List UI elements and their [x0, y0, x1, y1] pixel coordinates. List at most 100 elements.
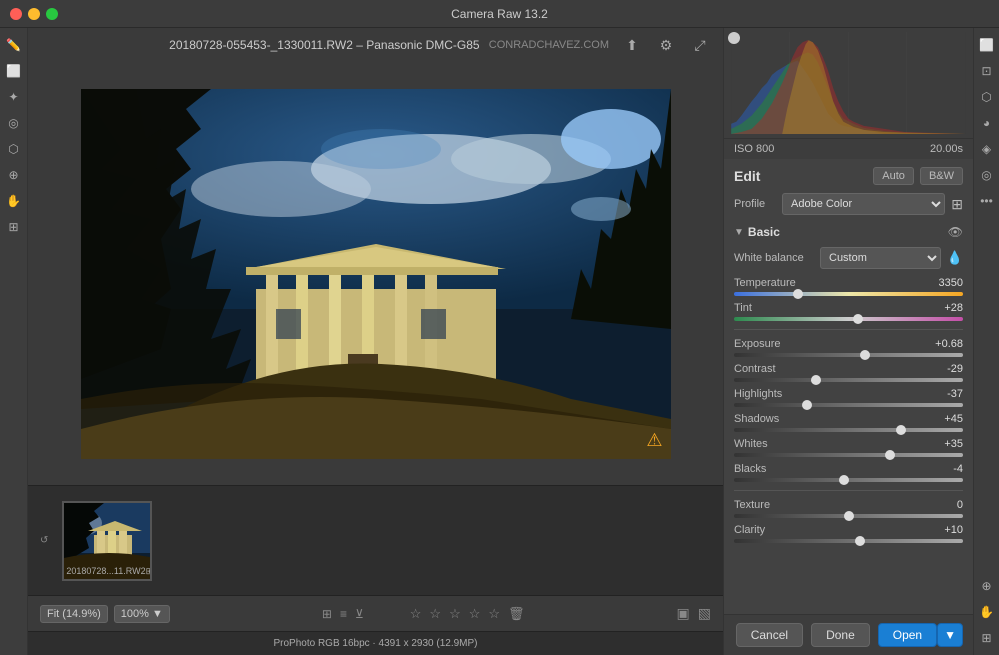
contrast-thumb[interactable] [811, 375, 821, 385]
rail-crop-rail-icon[interactable]: ⬡ [976, 86, 998, 108]
close-button[interactable] [10, 8, 22, 20]
done-button[interactable]: Done [811, 623, 870, 647]
metadata-strip: ISO 800 20.00s [724, 138, 973, 159]
whites-track[interactable] [734, 453, 963, 457]
rail-fullscreen-icon[interactable]: ⬜ [976, 34, 998, 56]
tool-edit-icon[interactable]: ✏️ [3, 34, 25, 56]
profile-select[interactable]: Adobe Color [782, 193, 945, 215]
shadows-slider-row: Shadows +45 [734, 413, 963, 432]
shadows-value: +45 [927, 413, 963, 425]
shadows-thumb[interactable] [896, 425, 906, 435]
rail-detail-icon[interactable]: ◈ [976, 138, 998, 160]
whites-thumb[interactable] [885, 450, 895, 460]
temperature-track[interactable] [734, 292, 963, 296]
exposure-label: Exposure [734, 338, 780, 350]
bw-button[interactable]: B&W [920, 167, 963, 185]
canvas-area: ⚠ [28, 62, 723, 485]
star-5-icon[interactable]: ☆ [488, 606, 500, 622]
temperature-value: 3350 [927, 277, 963, 289]
save-icon[interactable]: ⬆ [621, 34, 643, 56]
divider-1 [734, 329, 963, 330]
grid-view-icon[interactable]: ⊞ [322, 607, 332, 621]
warning-icon: ⚠ [646, 430, 662, 451]
tint-thumb[interactable] [853, 314, 863, 324]
window-controls[interactable] [10, 8, 58, 20]
edit-header: Edit Auto B&W [734, 167, 963, 185]
highlights-track[interactable] [734, 403, 963, 407]
rail-more-icon[interactable]: ••• [976, 190, 998, 212]
tint-slider-row: Tint +28 [734, 302, 963, 321]
list-view-icon[interactable]: ≡ [340, 607, 347, 621]
texture-track[interactable] [734, 514, 963, 518]
rail-zoom-icon[interactable]: ⊕ [976, 575, 998, 597]
highlights-thumb[interactable] [802, 400, 812, 410]
star-1-icon[interactable]: ☆ [410, 606, 422, 622]
star-3-icon[interactable]: ☆ [449, 606, 461, 622]
tool-sample-icon[interactable]: ⊞ [3, 216, 25, 238]
auto-button[interactable]: Auto [873, 167, 914, 185]
exposure-thumb[interactable] [860, 350, 870, 360]
histogram-area [724, 28, 973, 138]
tool-mask-icon[interactable]: ⬡ [3, 138, 25, 160]
clarity-thumb[interactable] [855, 536, 865, 546]
tool-hand-icon[interactable]: ✋ [3, 190, 25, 212]
bottom-buttons: Cancel Done Open ▼ [724, 614, 973, 655]
rail-grid-icon[interactable]: ⊞ [976, 627, 998, 649]
contrast-value: -29 [927, 363, 963, 375]
tool-heal-icon[interactable]: ✦ [3, 86, 25, 108]
bottom-toolbar: Fit (14.9%) 100% ▼ ⊞ ≡ ⊻ ☆ ☆ ☆ ☆ ☆ 🗑 ▣ [28, 595, 723, 631]
zoom-pct-button[interactable]: 100% ▼ [114, 605, 170, 623]
settings-icon[interactable]: ⚙ [655, 34, 677, 56]
profile-grid-icon[interactable]: ⊞ [951, 196, 963, 213]
rail-hand-icon[interactable]: ✋ [976, 601, 998, 623]
blacks-thumb[interactable] [839, 475, 849, 485]
iso-text: ISO 800 [734, 143, 774, 155]
cancel-button[interactable]: Cancel [736, 623, 803, 647]
open-dropdown-arrow[interactable]: ▼ [937, 623, 963, 647]
image-area: 20180728-055453-_1330011.RW2 – Panasonic… [28, 28, 723, 655]
eyedropper-icon[interactable]: 💧 [947, 250, 963, 266]
tool-crop-icon[interactable]: ⬜ [3, 60, 25, 82]
blacks-track[interactable] [734, 478, 963, 482]
visibility-icon[interactable]: 👁 [948, 225, 963, 239]
whites-value: +35 [927, 438, 963, 450]
rail-adjust-icon[interactable]: ⊡ [976, 60, 998, 82]
rail-color-icon[interactable]: ◕ [976, 112, 998, 134]
tool-redeye-icon[interactable]: ◎ [3, 112, 25, 134]
rail-lens-icon[interactable]: ◎ [976, 164, 998, 186]
shadows-track[interactable] [734, 428, 963, 432]
compare-single-icon[interactable]: ▣ [677, 605, 690, 622]
status-bar: ProPhoto RGB 16bpc · 4391 x 2930 (12.9MP… [28, 631, 723, 655]
exposure-slider-row: Exposure +0.68 [734, 338, 963, 357]
star-4-icon[interactable]: ☆ [469, 606, 481, 622]
tint-track[interactable] [734, 317, 963, 321]
right-panel: ISO 800 20.00s Edit Auto B&W Profile Ado… [723, 28, 973, 655]
filmstrip-thumb[interactable]: 20180728...11.RW2 ⊞ [62, 501, 152, 581]
compare-split-icon[interactable]: ▧ [698, 605, 711, 622]
wb-select[interactable]: Custom [820, 247, 941, 269]
clarity-track[interactable] [734, 539, 963, 543]
minimize-button[interactable] [28, 8, 40, 20]
edit-panel: Edit Auto B&W Profile Adobe Color ⊞ ▼ Ba… [724, 159, 973, 614]
clarity-slider-row: Clarity +10 [734, 524, 963, 543]
basic-section-title: ▼ Basic [734, 225, 780, 239]
basic-section-header[interactable]: ▼ Basic 👁 [734, 225, 963, 239]
texture-thumb[interactable] [844, 511, 854, 521]
tool-zoom-icon[interactable]: ⊕ [3, 164, 25, 186]
expand-icon[interactable]: ⤢ [689, 34, 711, 56]
whites-slider-row: Whites +35 [734, 438, 963, 457]
star-2-icon[interactable]: ☆ [429, 606, 441, 622]
tint-value: +28 [927, 302, 963, 314]
contrast-label: Contrast [734, 363, 776, 375]
zoom-fit-button[interactable]: Fit (14.9%) [40, 605, 108, 623]
highlight-clipping-indicator[interactable] [728, 32, 740, 44]
contrast-track[interactable] [734, 378, 963, 382]
filmstrip-rotate-icon[interactable]: ↺ [40, 535, 48, 546]
exposure-track[interactable] [734, 353, 963, 357]
delete-icon[interactable]: 🗑 [508, 606, 525, 622]
maximize-button[interactable] [46, 8, 58, 20]
clarity-value: +10 [927, 524, 963, 536]
filter-icon[interactable]: ⊻ [355, 607, 364, 621]
temperature-thumb[interactable] [793, 289, 803, 299]
open-button[interactable]: Open [878, 623, 937, 647]
